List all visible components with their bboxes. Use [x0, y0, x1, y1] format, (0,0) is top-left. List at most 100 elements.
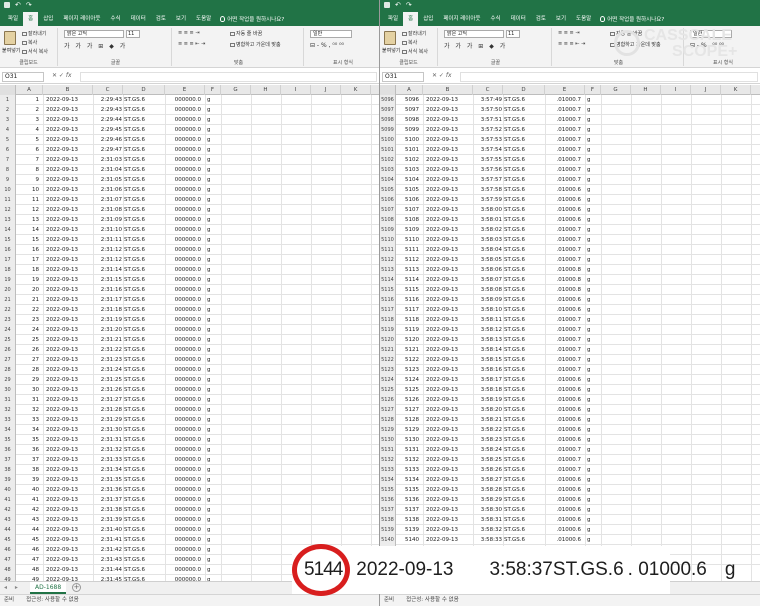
- cell-c[interactable]: 2:31:06: [93, 185, 123, 195]
- row-header[interactable]: 5104: [380, 175, 396, 185]
- cell-d[interactable]: ST.GS.6: [503, 415, 545, 425]
- row-header[interactable]: 5106: [380, 195, 396, 205]
- add-sheet-button[interactable]: +: [72, 583, 81, 592]
- cell-c[interactable]: 2:31:12: [93, 255, 123, 265]
- table-row[interactable]: 5100 5100 2022-09-13 3:57:53 ST.GS.6.01000.7…: [380, 135, 760, 145]
- row-header[interactable]: 5123: [380, 365, 396, 375]
- row-header[interactable]: 1: [0, 95, 16, 105]
- cell-d[interactable]: ST.GS.6: [123, 95, 165, 105]
- cell-d[interactable]: ST.GS.6: [123, 565, 165, 575]
- cell-b[interactable]: 2022-09-13: [43, 555, 93, 565]
- cell-c[interactable]: 3:58:09: [473, 295, 503, 305]
- row-header[interactable]: 37: [0, 455, 16, 465]
- table-row[interactable]: 34 34 2022-09-13 2:31:30 ST.GS.6 000000.0 g: [0, 425, 379, 435]
- cell-b[interactable]: 2022-09-13: [423, 445, 473, 455]
- cell-d[interactable]: ST.GS.6: [503, 215, 545, 225]
- table-row[interactable]: 5133 5133 2022-09-13 3:58:26 ST.GS.6.01000.7…: [380, 465, 760, 475]
- cell-a[interactable]: 5104: [396, 175, 421, 185]
- cell-c[interactable]: 2:31:12: [93, 245, 123, 255]
- cell-c[interactable]: 3:57:58: [473, 185, 503, 195]
- table-row[interactable]: 5135 5135 2022-09-13 3:58:28 ST.GS.6.01000.6…: [380, 485, 760, 495]
- row-header[interactable]: 8: [0, 165, 16, 175]
- cell-f[interactable]: g: [585, 325, 601, 335]
- row-header[interactable]: 5100: [380, 135, 396, 145]
- table-row[interactable]: 30 30 2022-09-13 2:31:26 ST.GS.6 000000.0 g: [0, 385, 379, 395]
- cell-e[interactable]: 000000.0: [165, 265, 203, 275]
- cell-d[interactable]: ST.GS.6: [503, 365, 545, 375]
- cell-c[interactable]: 2:31:18: [93, 305, 123, 315]
- cell-b[interactable]: 2022-09-13: [423, 465, 473, 475]
- row-header[interactable]: 5128: [380, 415, 396, 425]
- row-header[interactable]: 42: [0, 505, 16, 515]
- cell-a[interactable]: 34: [16, 425, 41, 435]
- column-header-b[interactable]: B: [423, 85, 473, 95]
- cell-d[interactable]: ST.GS.6: [123, 155, 165, 165]
- table-row[interactable]: 5099 5099 2022-09-13 3:57:52 ST.GS.6.01000.7…: [380, 125, 760, 135]
- cell-b[interactable]: 2022-09-13: [423, 275, 473, 285]
- cell-b[interactable]: 2022-09-13: [423, 515, 473, 525]
- cell-e[interactable]: .01000.8: [545, 265, 583, 275]
- table-row[interactable]: 5118 5118 2022-09-13 3:58:11 ST.GS.6.01000.7…: [380, 315, 760, 325]
- cell-f[interactable]: g: [205, 315, 221, 325]
- tell-me-search[interactable]: 어떤 작업을 원하시나요?: [220, 12, 284, 26]
- cell-e[interactable]: 000000.0: [165, 435, 203, 445]
- table-row[interactable]: 5108 5108 2022-09-13 3:58:01 ST.GS.6.01000.6…: [380, 215, 760, 225]
- tab-formulas[interactable]: 수식: [485, 12, 505, 26]
- row-header[interactable]: 5130: [380, 435, 396, 445]
- cell-d[interactable]: ST.GS.6: [503, 265, 545, 275]
- cell-f[interactable]: g: [585, 395, 601, 405]
- cell-e[interactable]: 000000.0: [165, 425, 203, 435]
- cell-a[interactable]: 5138: [396, 515, 421, 525]
- cell-f[interactable]: g: [205, 235, 221, 245]
- cell-f[interactable]: g: [205, 505, 221, 515]
- cell-d[interactable]: ST.GS.6: [123, 325, 165, 335]
- cell-d[interactable]: ST.GS.6: [123, 145, 165, 155]
- cell-e[interactable]: 000000.0: [165, 375, 203, 385]
- cell-d[interactable]: ST.GS.6: [503, 425, 545, 435]
- cell-f[interactable]: g: [205, 515, 221, 525]
- cell-a[interactable]: 5133: [396, 465, 421, 475]
- format-painter-button[interactable]: 서식 복사: [22, 48, 48, 55]
- font-size-select[interactable]: 11: [126, 30, 140, 38]
- cell-b[interactable]: 2022-09-13: [43, 465, 93, 475]
- cell-a[interactable]: 42: [16, 505, 41, 515]
- cell-c[interactable]: 2:31:16: [93, 285, 123, 295]
- cell-e[interactable]: 000000.0: [165, 445, 203, 455]
- cell-a[interactable]: 33: [16, 415, 41, 425]
- cell-b[interactable]: 2022-09-13: [423, 125, 473, 135]
- cell-b[interactable]: 2022-09-13: [423, 475, 473, 485]
- tab-file[interactable]: 파일: [3, 12, 23, 26]
- cell-c[interactable]: 2:31:05: [93, 175, 123, 185]
- cell-c[interactable]: 3:58:08: [473, 285, 503, 295]
- cell-c[interactable]: 2:31:28: [93, 405, 123, 415]
- row-header[interactable]: 4: [0, 125, 16, 135]
- cell-b[interactable]: 2022-09-13: [423, 215, 473, 225]
- cell-b[interactable]: 2022-09-13: [423, 175, 473, 185]
- cell-e[interactable]: 000000.0: [165, 495, 203, 505]
- cell-d[interactable]: ST.GS.6: [503, 485, 545, 495]
- cell-d[interactable]: ST.GS.6: [503, 315, 545, 325]
- table-row[interactable]: 38 38 2022-09-13 2:31:34 ST.GS.6 000000.0 g: [0, 465, 379, 475]
- cell-c[interactable]: 2:31:08: [93, 205, 123, 215]
- tab-insert[interactable]: 삽입: [418, 12, 438, 26]
- cell-b[interactable]: 2022-09-13: [43, 435, 93, 445]
- formula-input[interactable]: [460, 72, 758, 82]
- cell-b[interactable]: 2022-09-13: [423, 305, 473, 315]
- cell-e[interactable]: 000000.0: [165, 245, 203, 255]
- align-buttons-bottom[interactable]: ≡ ≡ ≡ ⇤ ⇥: [558, 41, 585, 47]
- cell-d[interactable]: ST.GS.6: [503, 345, 545, 355]
- row-header[interactable]: 15: [0, 235, 16, 245]
- cell-c[interactable]: 3:58:16: [473, 365, 503, 375]
- cell-d[interactable]: ST.GS.6: [123, 465, 165, 475]
- cell-e[interactable]: .01000.6: [545, 185, 583, 195]
- cell-e[interactable]: .01000.6: [545, 435, 583, 445]
- row-header[interactable]: 11: [0, 195, 16, 205]
- cell-c[interactable]: 2:31:39: [93, 515, 123, 525]
- row-header[interactable]: 3: [0, 115, 16, 125]
- cell-d[interactable]: ST.GS.6: [503, 275, 545, 285]
- cell-f[interactable]: g: [585, 245, 601, 255]
- cell-d[interactable]: ST.GS.6: [503, 295, 545, 305]
- cell-e[interactable]: .01000.6: [545, 385, 583, 395]
- row-header[interactable]: 36: [0, 445, 16, 455]
- cell-f[interactable]: g: [205, 455, 221, 465]
